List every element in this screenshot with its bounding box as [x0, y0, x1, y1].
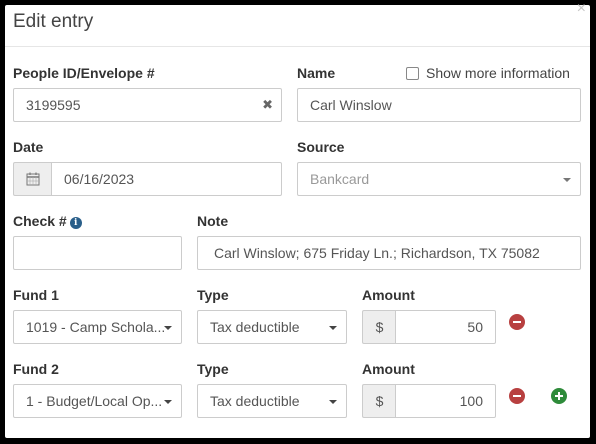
fund-label: Fund 1 — [13, 287, 59, 303]
people-id-value: 3199595 — [26, 97, 81, 113]
fund-select[interactable]: 1 - Budget/Local Op... — [13, 384, 182, 418]
check-label-text: Check # — [13, 213, 67, 229]
chevron-down-icon — [329, 326, 337, 330]
clear-icon[interactable]: ✖ — [262, 89, 273, 121]
amount-input[interactable]: 100 — [395, 384, 496, 418]
note-value: Carl Winslow; 675 Friday Ln.; Richardson… — [214, 245, 540, 261]
remove-fund-button[interactable] — [509, 314, 525, 330]
add-fund-button[interactable] — [551, 388, 567, 404]
info-icon[interactable]: i — [69, 217, 82, 229]
header-divider — [5, 46, 590, 47]
currency-addon: $ — [362, 310, 396, 344]
amount-label: Amount — [362, 361, 415, 377]
source-label: Source — [297, 139, 345, 155]
type-label: Type — [197, 361, 229, 377]
name-label: Name — [297, 65, 336, 81]
close-icon[interactable]: × — [577, 1, 586, 17]
type-value: Tax deductible — [210, 319, 300, 335]
date-input[interactable]: 06/16/2023 — [51, 162, 282, 196]
fund-label: Fund 2 — [13, 361, 59, 377]
remove-fund-button[interactable] — [509, 388, 525, 404]
edit-entry-modal: Edit entry × People ID/Envelope # 319959… — [5, 1, 590, 438]
name-input[interactable]: Carl Winslow — [297, 88, 581, 122]
people-id-label: People ID/Envelope # — [13, 65, 155, 81]
amount-value: 50 — [467, 319, 483, 335]
calendar-icon[interactable] — [13, 162, 52, 196]
check-number-input[interactable] — [13, 236, 182, 270]
type-select[interactable]: Tax deductible — [197, 384, 347, 418]
show-more-checkbox[interactable] — [406, 67, 419, 80]
fund-select[interactable]: 1019 - Camp Schola... — [13, 310, 182, 344]
chevron-down-icon — [164, 400, 172, 404]
currency-addon: $ — [362, 384, 396, 418]
show-more-label[interactable]: Show more information — [426, 65, 570, 81]
date-label: Date — [13, 139, 44, 155]
amount-input[interactable]: 50 — [395, 310, 496, 344]
chevron-down-icon — [164, 326, 172, 330]
type-value: Tax deductible — [210, 393, 300, 409]
modal-title: Edit entry — [13, 11, 94, 32]
note-input[interactable]: Carl Winslow; 675 Friday Ln.; Richardson… — [197, 236, 581, 270]
amount-value: 100 — [459, 393, 483, 409]
source-value: Bankcard — [310, 171, 370, 187]
name-value: Carl Winslow — [310, 97, 392, 113]
type-select[interactable]: Tax deductible — [197, 310, 347, 344]
chevron-down-icon — [329, 400, 337, 404]
date-value: 06/16/2023 — [64, 171, 135, 187]
source-select[interactable]: Bankcard — [297, 162, 581, 196]
type-label: Type — [197, 287, 229, 303]
amount-label: Amount — [362, 287, 415, 303]
people-id-input[interactable]: 3199595 ✖ — [13, 88, 282, 122]
fund-value: 1019 - Camp Schola... — [26, 319, 166, 335]
note-label: Note — [197, 213, 229, 229]
calendar-icon-svg — [26, 172, 40, 186]
check-label: Check # i — [13, 213, 82, 229]
fund-value: 1 - Budget/Local Op... — [26, 393, 163, 409]
chevron-down-icon — [563, 178, 571, 182]
